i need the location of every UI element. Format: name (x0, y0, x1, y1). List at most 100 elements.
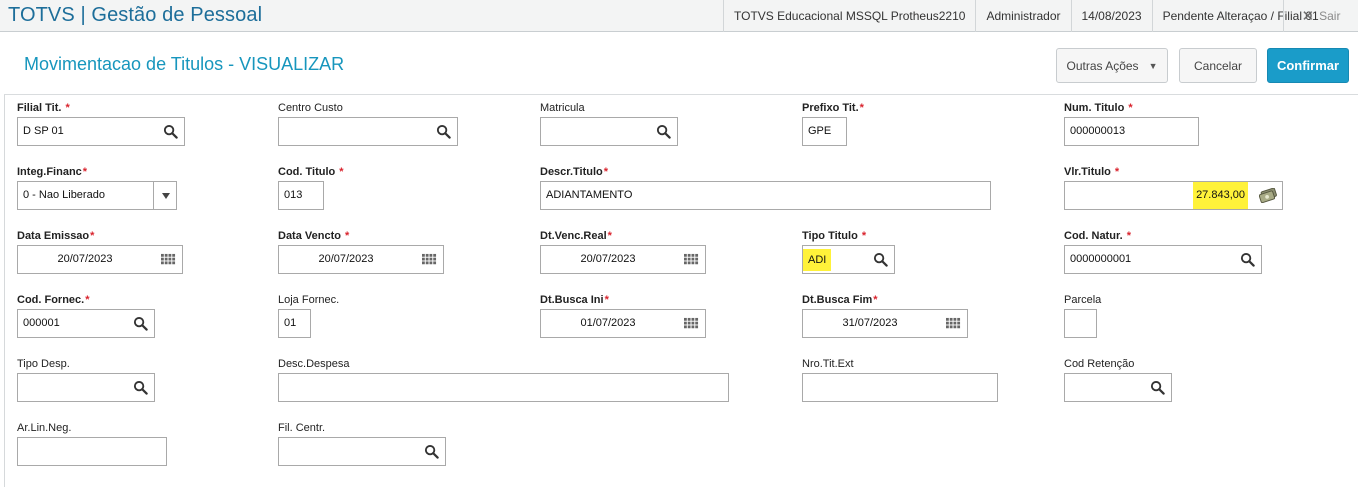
field-value: 31/07/2023 (842, 317, 898, 329)
field-label: Data Vencto (278, 230, 341, 242)
required-mark: * (1128, 102, 1133, 114)
cod-natur-input[interactable]: 0000000001 (1064, 245, 1262, 274)
data-emissao-input[interactable]: 20/07/2023 (17, 245, 183, 274)
ar-lin-neg-input[interactable] (17, 437, 167, 466)
field-label: Desc.Despesa (278, 358, 350, 370)
search-icon[interactable] (656, 124, 671, 139)
search-icon[interactable] (1240, 252, 1255, 267)
confirm-button[interactable]: Confirmar (1267, 48, 1349, 83)
integ-financ-select[interactable]: 0 - Nao Liberado (17, 181, 177, 210)
nro-tit-ext-input[interactable] (802, 373, 998, 402)
chevron-down-icon[interactable] (162, 193, 170, 199)
top-info: TOTVS Educacional MSSQL Protheus2210 Adm… (723, 0, 1329, 32)
form-header: Movimentacao de Titulos - VISUALIZAR Out… (4, 37, 1358, 95)
field-label: Filial Tit. (17, 102, 62, 114)
field-value: 27.843,00 (1193, 182, 1248, 209)
field-label: Loja Fornec. (278, 294, 340, 306)
cod-retencao-input[interactable] (1064, 373, 1172, 402)
filial-tit-input[interactable]: D SP 01 (17, 117, 185, 146)
field-value: GPE (808, 125, 832, 137)
cancel-button[interactable]: Cancelar (1179, 48, 1257, 83)
prefixo-tit-input[interactable]: GPE (802, 117, 847, 146)
field-label: Centro Custo (278, 102, 343, 114)
search-icon[interactable] (436, 124, 451, 139)
form-area: Filial Tit. * D SP 01 Centro Custo Matri… (4, 95, 1358, 487)
required-mark: * (604, 294, 609, 306)
field-label: Dt.Busca Fim (802, 294, 873, 306)
desc-despesa-input[interactable] (278, 373, 729, 402)
required-mark: * (607, 230, 612, 242)
matricula-input[interactable] (540, 117, 678, 146)
field-label: Cod. Natur. (1064, 230, 1123, 242)
dt-busca-fim-input[interactable]: 31/07/2023 (802, 309, 968, 338)
field-label: Descr.Titulo (540, 166, 603, 178)
required-mark: * (603, 166, 609, 178)
fil-centr-input[interactable] (278, 437, 446, 466)
field-value: D SP 01 (23, 125, 64, 137)
app-title: TOTVS | Gestão de Pessoal (8, 4, 263, 26)
field-label: Data Emissao (17, 230, 90, 242)
calendar-icon[interactable] (946, 317, 961, 332)
money-icon[interactable] (1259, 188, 1278, 203)
required-mark: * (873, 294, 878, 306)
field-label: Dt.Busca Ini (540, 294, 604, 306)
required-mark: * (345, 230, 350, 242)
search-icon[interactable] (163, 124, 178, 139)
calendar-icon[interactable] (161, 253, 176, 268)
dt-busca-ini-input[interactable]: 01/07/2023 (540, 309, 706, 338)
cod-titulo-input[interactable]: 013 (278, 181, 324, 210)
required-mark: * (859, 102, 864, 114)
field-label: Tipo Desp. (17, 358, 70, 370)
field-value: 000001 (23, 317, 60, 329)
field-value: 0000000001 (1070, 253, 1132, 265)
search-icon[interactable] (133, 380, 148, 395)
parcela-input[interactable] (1064, 309, 1097, 338)
field-value: 20/07/2023 (318, 253, 374, 265)
field-label: Ar.Lin.Neg. (17, 422, 72, 434)
exit-label: Sair (1319, 9, 1341, 23)
search-icon[interactable] (424, 444, 439, 459)
centro-custo-input[interactable] (278, 117, 458, 146)
field-label: Matricula (540, 102, 585, 114)
top-bar: TOTVS | Gestão de Pessoal TOTVS Educacio… (0, 0, 1358, 32)
field-value: ADI (803, 249, 832, 271)
loja-fornec-input[interactable]: 01 (278, 309, 311, 338)
vlr-titulo-input[interactable]: 27.843,00 (1064, 181, 1283, 210)
search-icon[interactable] (133, 316, 148, 331)
user-label: Administrador (975, 0, 1070, 32)
page-title: Movimentacao de Titulos - VISUALIZAR (24, 54, 345, 74)
tipo-titulo-input[interactable]: ADI (802, 245, 895, 274)
calendar-icon[interactable] (422, 253, 437, 268)
field-label: Integ.Financ (17, 166, 82, 178)
search-icon[interactable] (1150, 380, 1165, 395)
calendar-icon[interactable] (684, 253, 699, 268)
data-vencto-input[interactable]: 20/07/2023 (278, 245, 444, 274)
field-value: 000000013 (1070, 125, 1126, 137)
descr-titulo-input[interactable]: ADIANTAMENTO (540, 181, 991, 210)
field-label: Cod Retenção (1064, 358, 1135, 370)
outras-acoes-button[interactable]: Outras Ações ▼ (1056, 48, 1168, 83)
calendar-icon[interactable] (684, 317, 699, 332)
outras-acoes-label: Outras Ações (1066, 58, 1139, 73)
field-label: Vlr.Titulo (1064, 166, 1111, 178)
environment-label: TOTVS Educacional MSSQL Protheus2210 (723, 0, 975, 32)
date-label: 14/08/2023 (1070, 0, 1152, 32)
tipo-desp-input[interactable] (17, 373, 155, 402)
field-label: Cod. Fornec. (17, 294, 85, 306)
field-value: 013 (284, 189, 303, 201)
dt-venc-real-input[interactable]: 20/07/2023 (540, 245, 706, 274)
required-mark: * (1114, 166, 1120, 178)
field-value: 01 (284, 317, 297, 329)
num-titulo-input[interactable]: 000000013 (1064, 117, 1199, 146)
search-icon[interactable] (873, 252, 888, 267)
required-mark: * (85, 294, 90, 306)
cod-fornec-input[interactable]: 000001 (17, 309, 155, 338)
required-mark: * (82, 166, 88, 178)
required-mark: * (1126, 230, 1132, 242)
required-mark: * (90, 230, 95, 242)
field-label: Cod. Titulo (278, 166, 336, 178)
exit-button[interactable]: ✕ Sair (1283, 0, 1358, 32)
field-label: Parcela (1064, 294, 1102, 306)
field-value: 01/07/2023 (580, 317, 636, 329)
required-mark: * (861, 230, 867, 242)
